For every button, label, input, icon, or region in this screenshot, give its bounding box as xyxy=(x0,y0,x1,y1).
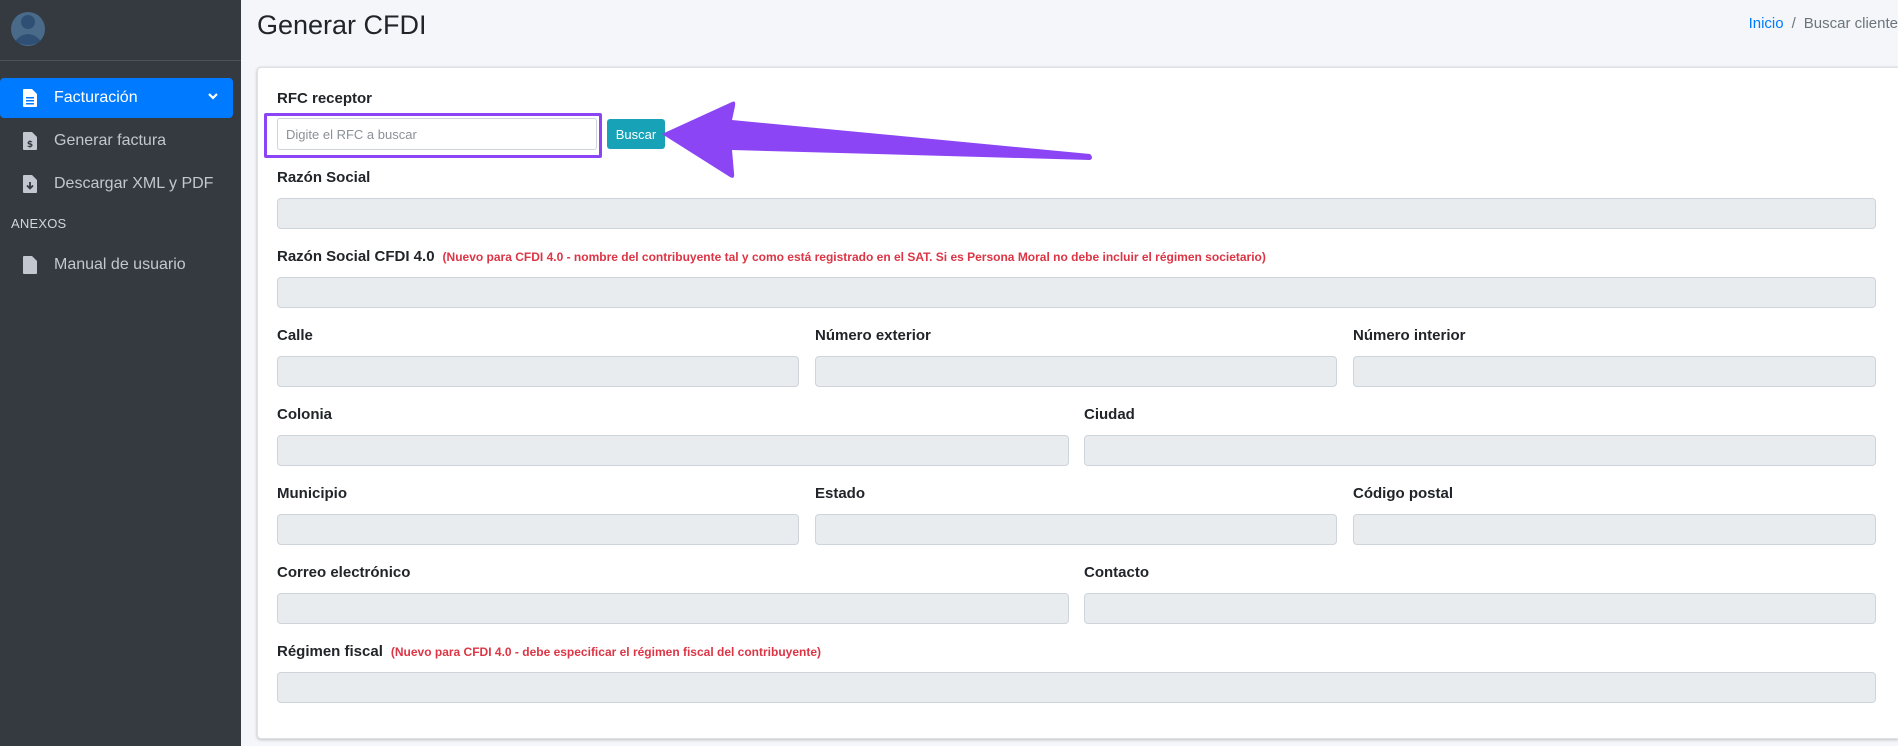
file-icon xyxy=(20,255,40,275)
regimen-fiscal-field[interactable] xyxy=(277,672,1876,703)
municipio-label: Municipio xyxy=(277,485,347,502)
calle-field[interactable] xyxy=(277,356,799,387)
sidebar-item-label: Manual de usuario xyxy=(54,256,186,273)
sidebar-item-facturacion[interactable]: Facturación xyxy=(0,78,233,118)
razon-social-field[interactable] xyxy=(277,198,1876,229)
correo-field[interactable] xyxy=(277,593,1069,624)
sidebar-item-descargar[interactable]: Descargar XML y PDF xyxy=(0,164,241,204)
sidebar-item-label: Generar factura xyxy=(54,132,167,149)
sidebar-brand xyxy=(0,0,241,61)
breadcrumb: Inicio / Buscar cliente xyxy=(1749,15,1898,32)
codigo-postal-label: Código postal xyxy=(1353,485,1453,502)
breadcrumb-home-link[interactable]: Inicio xyxy=(1749,15,1784,32)
razon-social-40-field[interactable] xyxy=(277,277,1876,308)
svg-text:$: $ xyxy=(27,140,33,150)
sidebar: Facturación $ Generar factura Descargar … xyxy=(0,0,241,746)
rfc-input[interactable] xyxy=(277,118,597,150)
chevron-down-icon xyxy=(208,93,218,100)
breadcrumb-separator: / xyxy=(1791,15,1796,32)
sidebar-item-label: Facturación xyxy=(54,89,138,106)
regimen-fiscal-label: Régimen fiscal (Nuevo para CFDI 4.0 - deb… xyxy=(277,643,822,660)
numero-exterior-label: Número exterior xyxy=(815,327,931,344)
numero-exterior-field[interactable] xyxy=(815,356,1337,387)
ciudad-field[interactable] xyxy=(1084,435,1876,466)
sidebar-section-header: ANEXOS xyxy=(11,216,67,231)
file-dollar-icon: $ xyxy=(20,131,40,151)
breadcrumb-current: Buscar cliente xyxy=(1803,15,1898,32)
sidebar-item-label: Descargar XML y PDF xyxy=(54,175,214,192)
estado-label: Estado xyxy=(815,485,866,502)
razon-social-label: Razón Social xyxy=(277,169,371,186)
numero-interior-label: Número interior xyxy=(1353,327,1466,344)
calle-label: Calle xyxy=(277,327,313,344)
correo-label: Correo electrónico xyxy=(277,564,411,581)
file-download-icon xyxy=(20,174,40,194)
colonia-label: Colonia xyxy=(277,406,332,423)
contacto-label: Contacto xyxy=(1084,564,1149,581)
razon-social-40-note: (Nuevo para CFDI 4.0 - nombre del contri… xyxy=(442,250,1266,264)
page-title: Generar CFDI xyxy=(257,10,427,40)
user-avatar-icon[interactable] xyxy=(10,7,46,47)
razon-social-40-label: Razón Social CFDI 4.0 (Nuevo para CFDI 4.… xyxy=(277,248,1266,265)
search-button[interactable]: Buscar xyxy=(607,119,665,149)
colonia-field[interactable] xyxy=(277,435,1069,466)
sidebar-item-manual[interactable]: Manual de usuario xyxy=(0,245,241,285)
contacto-field[interactable] xyxy=(1084,593,1876,624)
rfc-label: RFC receptor xyxy=(277,90,373,107)
numero-interior-field[interactable] xyxy=(1353,356,1876,387)
annotation-arrow-icon xyxy=(662,101,1092,178)
codigo-postal-field[interactable] xyxy=(1353,514,1876,545)
municipio-field[interactable] xyxy=(277,514,799,545)
regimen-fiscal-note: (Nuevo para CFDI 4.0 - debe especificar … xyxy=(390,645,822,659)
file-invoice-icon xyxy=(20,88,40,108)
estado-field[interactable] xyxy=(815,514,1337,545)
sidebar-item-generar-factura[interactable]: $ Generar factura xyxy=(0,121,241,161)
ciudad-label: Ciudad xyxy=(1084,406,1135,423)
